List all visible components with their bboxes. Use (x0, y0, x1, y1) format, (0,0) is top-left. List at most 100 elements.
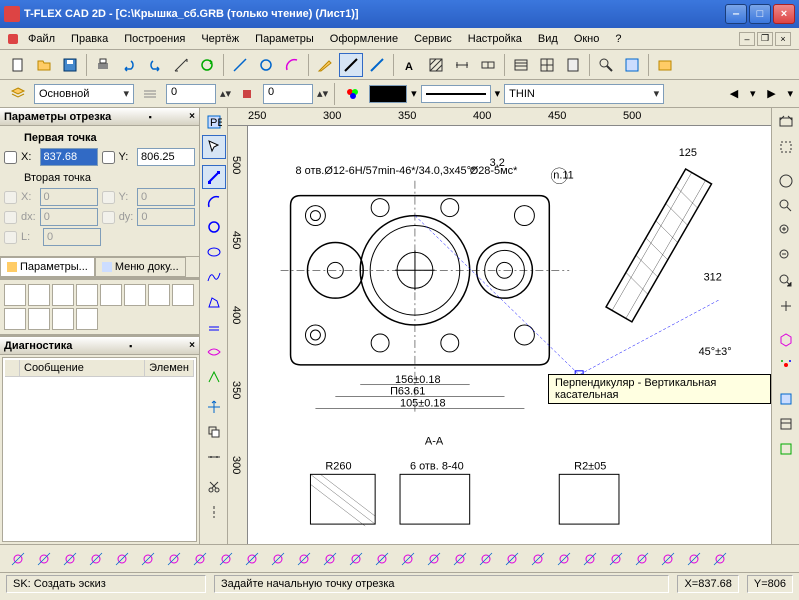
menu-view[interactable]: Вид (532, 31, 564, 47)
osnap-btn[interactable] (240, 547, 264, 571)
snap-btn[interactable] (148, 284, 170, 306)
vtool-esc-icon[interactable]: PE (202, 110, 226, 134)
layer-combo[interactable]: Основной▾ (34, 84, 134, 104)
line-icon[interactable] (228, 53, 252, 77)
osnap-btn[interactable] (526, 547, 550, 571)
vtool-select-icon[interactable] (202, 135, 226, 159)
osnap-btn[interactable] (630, 547, 654, 571)
osnap-btn[interactable] (214, 547, 238, 571)
color-icon[interactable] (341, 82, 365, 106)
snap-btn[interactable] (52, 308, 74, 330)
vtool-circle-icon[interactable] (202, 215, 226, 239)
sketch-icon[interactable] (313, 53, 337, 77)
level-field[interactable]: 0 (166, 84, 216, 104)
priority-icon[interactable] (235, 82, 259, 106)
osnap-btn[interactable] (58, 547, 82, 571)
osnap-btn[interactable] (6, 547, 30, 571)
vtool-axis-icon[interactable] (202, 500, 226, 524)
osnap-btn[interactable] (422, 547, 446, 571)
vtool-divide-icon[interactable] (202, 445, 226, 469)
vtool-path-icon[interactable] (202, 365, 226, 389)
osnap-btn[interactable] (604, 547, 628, 571)
menu-file[interactable]: Файл (22, 31, 61, 47)
dim-icon[interactable] (450, 53, 474, 77)
vtool-arc-icon[interactable] (202, 190, 226, 214)
vtool-copy-icon[interactable] (202, 420, 226, 444)
menu-window[interactable]: Окно (568, 31, 606, 47)
save-icon[interactable] (58, 53, 82, 77)
view-props-icon[interactable] (774, 412, 798, 436)
vtool-spline-icon[interactable] (202, 265, 226, 289)
snap-btn[interactable] (4, 308, 26, 330)
menu-service[interactable]: Сервис (408, 31, 458, 47)
mdi-minimize[interactable]: ‒ (739, 32, 755, 46)
menu-constructions[interactable]: Построения (118, 31, 191, 47)
view-struct-icon[interactable] (774, 437, 798, 461)
snap-btn[interactable] (4, 284, 26, 306)
mdi-restore[interactable]: ❐ (757, 32, 773, 46)
level-icon[interactable] (138, 82, 162, 106)
tab-menu[interactable]: Меню доку... (95, 257, 186, 277)
menu-edit[interactable]: Правка (65, 31, 114, 47)
segment-icon[interactable] (339, 53, 363, 77)
y1-field[interactable] (137, 148, 195, 166)
osnap-btn[interactable] (370, 547, 394, 571)
vtool-func-icon[interactable] (202, 340, 226, 364)
osnap-btn[interactable] (162, 547, 186, 571)
vtool-move-icon[interactable] (202, 395, 226, 419)
open-icon[interactable] (32, 53, 56, 77)
text-icon[interactable]: A (398, 53, 422, 77)
pan-icon[interactable] (774, 294, 798, 318)
canvas-area[interactable]: 250300350400450500 500450400350300 (228, 108, 771, 544)
arc-icon[interactable] (280, 53, 304, 77)
osnap-btn[interactable] (266, 547, 290, 571)
grid-icon[interactable] (535, 53, 559, 77)
osnap-btn[interactable] (578, 547, 602, 571)
vtool-offset-icon[interactable] (202, 315, 226, 339)
view-snap-icon[interactable] (774, 353, 798, 377)
new-icon[interactable] (6, 53, 30, 77)
snap-btn[interactable] (28, 284, 50, 306)
undo-icon[interactable] (117, 53, 141, 77)
zoom-extents-icon[interactable] (774, 110, 798, 134)
osnap-btn[interactable] (136, 547, 160, 571)
view-layers-icon[interactable] (774, 387, 798, 411)
zoom-sel-icon[interactable] (774, 194, 798, 218)
refresh-icon[interactable] (195, 53, 219, 77)
osnap-btn[interactable] (682, 547, 706, 571)
vtool-line-icon[interactable] (202, 165, 226, 189)
y1-check[interactable] (102, 151, 115, 164)
menu-design[interactable]: Оформление (324, 31, 404, 47)
snap-btn[interactable] (172, 284, 194, 306)
lineweight-combo[interactable] (421, 85, 491, 103)
drawing-canvas[interactable]: 156±0.18 П63.61 105±0.18 8 отв.Ø12-6H/57… (248, 126, 771, 544)
vtool-cut-icon[interactable] (202, 475, 226, 499)
panel-close-icon[interactable]: × (189, 111, 195, 122)
minimize-button[interactable]: ‒ (725, 4, 747, 24)
osnap-btn[interactable] (448, 547, 472, 571)
osnap-btn[interactable] (110, 547, 134, 571)
linetype-combo[interactable]: THIN▾ (504, 84, 664, 104)
layers-icon[interactable] (6, 82, 30, 106)
mdi-close[interactable]: × (775, 32, 791, 46)
panel-close-icon[interactable]: × (189, 340, 195, 351)
zoom-out-icon[interactable] (774, 244, 798, 268)
vtool-ellipse-icon[interactable] (202, 240, 226, 264)
snap-btn[interactable] (76, 308, 98, 330)
x1-field[interactable] (40, 148, 98, 166)
panel-pin-icon[interactable]: ▪ (149, 112, 152, 122)
maximize-button[interactable]: □ (749, 4, 771, 24)
snap-btn[interactable] (28, 308, 50, 330)
hatch-icon[interactable] (424, 53, 448, 77)
arrow-start-icon[interactable]: ◀ (722, 82, 746, 106)
menu-parameters[interactable]: Параметры (249, 31, 320, 47)
props-icon[interactable] (620, 53, 644, 77)
x1-check[interactable] (4, 151, 17, 164)
measure-icon[interactable] (169, 53, 193, 77)
osnap-btn[interactable] (656, 547, 680, 571)
zoom-window-icon[interactable] (774, 135, 798, 159)
zoom-prev-icon[interactable] (774, 269, 798, 293)
color-swatch[interactable] (369, 85, 407, 103)
tab-params[interactable]: Параметры... (0, 257, 95, 277)
redo-icon[interactable] (143, 53, 167, 77)
